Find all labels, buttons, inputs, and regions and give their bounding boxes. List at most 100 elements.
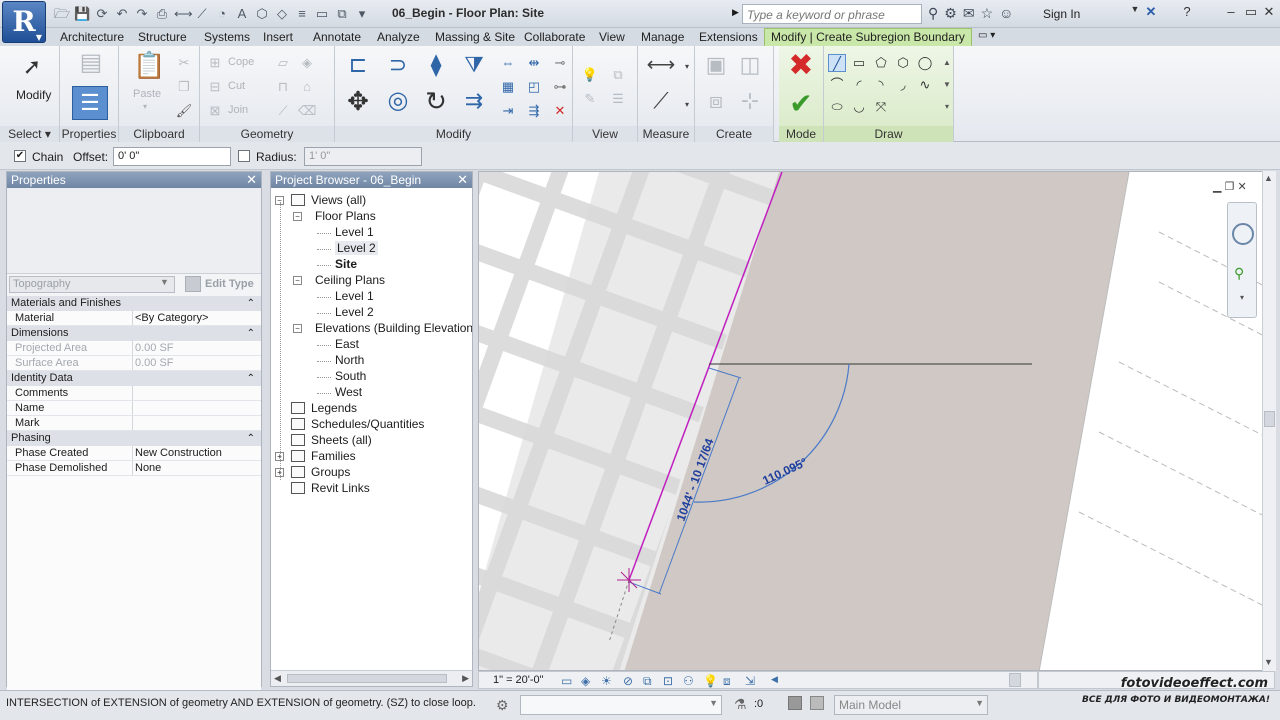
analytical-model-icon[interactable]: ⧈ xyxy=(723,674,731,689)
sign-in-link[interactable]: Sign In xyxy=(1043,7,1080,21)
match-properties-icon[interactable]: 🖌 xyxy=(175,102,193,120)
rotate-icon[interactable]: ↻ xyxy=(421,88,451,120)
join-label[interactable]: Join xyxy=(228,104,248,116)
show-crop-icon[interactable]: ⊡ xyxy=(663,674,673,688)
view-minimize-icon[interactable]: ▁ xyxy=(1213,181,1221,193)
measure-icon[interactable]: ⟷ xyxy=(174,6,193,22)
drawing-area[interactable]: 1044' - 10 17/64 110.095° ⚲ ▾ ▁ ❐ ✕ xyxy=(478,171,1275,671)
align-icon[interactable]: ⊏ xyxy=(343,54,373,82)
view-settings-icon[interactable]: ☰ xyxy=(609,90,627,108)
ellipse-icon[interactable]: ⬭ xyxy=(828,98,846,116)
partial-ellipse-icon[interactable]: ◡ xyxy=(850,98,868,116)
spline-icon[interactable]: ∿ xyxy=(916,76,934,94)
property-value[interactable]: New Construction xyxy=(133,446,261,460)
cut-geometry-icon[interactable]: ⊟ xyxy=(206,78,224,96)
create-assembly-icon[interactable]: ▣ xyxy=(701,54,731,82)
paste-dropdown-icon[interactable]: ▾ xyxy=(143,102,147,111)
tab-analyze[interactable]: Analyze xyxy=(377,30,420,44)
property-section[interactable]: Dimensions ⌃ xyxy=(7,326,261,341)
vertical-scroll-thumb[interactable] xyxy=(1264,411,1275,427)
mirror-draw-icon[interactable]: ⧩ xyxy=(459,54,489,82)
crop-view-icon[interactable]: ⧉ xyxy=(643,674,652,689)
aligned-dimension-icon[interactable]: ⟋ xyxy=(646,90,676,112)
offset-input[interactable]: 0' 0" xyxy=(113,147,231,166)
tab-view[interactable]: View xyxy=(599,30,625,44)
view-scale[interactable]: 1" = 20'-0" xyxy=(493,674,544,686)
collapse-node-icon[interactable]: − xyxy=(293,212,302,221)
browser-item[interactable]: South xyxy=(335,369,366,383)
detail-level-icon[interactable]: ▭ xyxy=(561,674,572,688)
browser-horizontal-scrollbar[interactable]: ◀ ▶ xyxy=(271,670,472,686)
design-options-icon[interactable] xyxy=(788,696,802,710)
browser-item[interactable]: Level 2 xyxy=(335,241,378,255)
browser-item[interactable]: Elevations (Building Elevation xyxy=(315,321,472,335)
split-gap-icon[interactable]: ⇹ xyxy=(525,54,543,72)
measure-dropdown-icon[interactable]: ▾ xyxy=(678,58,696,76)
tab-manage[interactable]: Manage xyxy=(641,30,684,44)
application-menu-button[interactable]: R ▼ xyxy=(2,1,46,43)
edit-type-icon[interactable] xyxy=(185,276,201,292)
property-value[interactable] xyxy=(133,386,261,400)
draw-scroll-down-icon[interactable]: ▼ xyxy=(938,76,956,94)
help-icon[interactable]: ? xyxy=(1178,4,1196,22)
canvas-vertical-scrollbar[interactable]: ▲ ▼ xyxy=(1262,171,1276,671)
steering-wheel-icon[interactable] xyxy=(1232,223,1254,245)
type-selector-dropdown[interactable]: Topography ▼ xyxy=(9,276,175,293)
3d-view-icon[interactable]: ⬡ xyxy=(254,6,270,22)
radius-input[interactable]: 1' 0" xyxy=(304,147,422,166)
property-section[interactable]: Identity Data ⌃ xyxy=(7,371,261,386)
pick-lines-icon[interactable]: ⤧ xyxy=(872,98,890,116)
scroll-up-icon[interactable]: ▲ xyxy=(1264,173,1273,183)
properties-close-icon[interactable]: ✕ xyxy=(246,172,257,188)
split-face-icon[interactable]: ▱ xyxy=(274,54,292,72)
hide-icon[interactable]: 💡 xyxy=(581,66,599,84)
tangent-arc-icon[interactable]: ◝ xyxy=(872,76,890,94)
rectangle-icon[interactable]: ▭ xyxy=(850,54,868,72)
copy-element-icon[interactable]: ◎ xyxy=(383,89,413,120)
print-icon[interactable]: ⎙ xyxy=(154,6,170,22)
tag-icon[interactable]: ◔ xyxy=(214,6,230,22)
property-value[interactable]: None xyxy=(133,461,261,475)
trim-single-icon[interactable]: ⇥ xyxy=(499,102,517,120)
favorites-icon[interactable]: ☆ xyxy=(981,5,994,22)
editable-only-icon[interactable] xyxy=(810,696,824,710)
cope-icon[interactable]: ⊞ xyxy=(206,54,224,72)
radius-checkbox[interactable] xyxy=(238,150,250,162)
type-properties-icon[interactable]: ▤ xyxy=(76,51,106,80)
demolish-icon[interactable]: ⌂ xyxy=(298,78,316,96)
pointer-icon[interactable]: ➚ xyxy=(20,56,44,78)
cancel-edit-mode-icon[interactable]: ✖ xyxy=(787,51,815,81)
nav-dropdown-icon[interactable]: ▾ xyxy=(1240,293,1244,302)
text-icon[interactable]: A xyxy=(234,6,250,22)
tab-massing-site[interactable]: Massing & Site xyxy=(435,30,515,44)
tab-modify-create-subregion-boundary[interactable]: Modify | Create Subregion Boundary xyxy=(764,28,972,46)
shadows-icon[interactable]: ⊘ xyxy=(623,674,633,688)
scale-icon[interactable]: ◰ xyxy=(525,78,543,96)
create-group-icon[interactable]: ⧈ xyxy=(701,90,731,118)
properties-icon[interactable]: ☰ xyxy=(72,86,108,120)
filter-icon[interactable]: ⚗ xyxy=(734,696,747,713)
offset-icon[interactable]: ⊃ xyxy=(383,54,413,82)
delete-icon[interactable]: ✕ xyxy=(551,102,569,120)
collapse-node-icon[interactable]: − xyxy=(293,276,302,285)
switch-windows-icon[interactable]: ⧉ xyxy=(334,6,350,22)
dimension-icon[interactable]: ⟋ xyxy=(194,6,210,22)
modify-button-label[interactable]: Modify xyxy=(16,88,51,102)
line-icon[interactable]: ╱ xyxy=(828,54,846,72)
view-bar-scroll-left-icon[interactable]: ◀ xyxy=(771,674,778,685)
ribbon-minimize-icon[interactable]: ▭ ▾ xyxy=(978,30,995,41)
edit-type-button[interactable]: Edit Type xyxy=(205,278,254,290)
trim-extend-icon[interactable]: ⇉ xyxy=(459,90,489,120)
floor-plan-canvas[interactable]: 1044' - 10 17/64 110.095° xyxy=(479,172,1275,671)
draw-expand-icon[interactable]: ▾ xyxy=(938,98,956,116)
design-option-dropdown[interactable]: Main Model ▼ xyxy=(834,695,988,715)
browser-item[interactable]: Views (all) xyxy=(311,193,366,207)
browser-item[interactable]: Site xyxy=(335,257,357,271)
remove-paint-icon[interactable]: ⌫ xyxy=(298,102,316,120)
split-icon[interactable]: ⇔ xyxy=(499,54,517,72)
browser-item[interactable]: Level 1 xyxy=(335,289,374,303)
property-section[interactable]: Phasing ⌃ xyxy=(7,431,261,446)
user-icon[interactable]: ☺ xyxy=(999,5,1013,22)
highlight-displacement-icon[interactable]: ⇲ xyxy=(745,674,755,688)
visual-style-icon[interactable]: ◈ xyxy=(581,674,590,688)
